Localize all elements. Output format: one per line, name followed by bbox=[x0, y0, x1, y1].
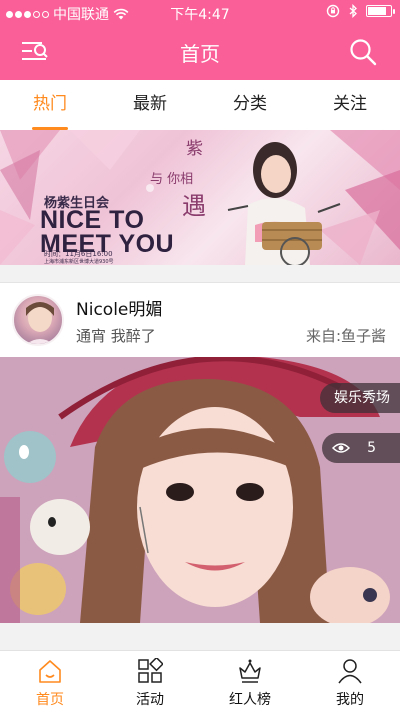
view-count-badge: 5 bbox=[322, 433, 400, 463]
post-text: 通宵 我醉了 bbox=[76, 327, 156, 345]
nav-home[interactable]: 首页 bbox=[0, 651, 100, 710]
rotation-lock-icon bbox=[326, 4, 340, 18]
nav-profile-label: 我的 bbox=[336, 692, 364, 708]
channel-badge[interactable]: 娱乐秀场 bbox=[320, 383, 400, 413]
app-header: 首页 bbox=[0, 24, 400, 80]
banner-poem-line2: 与 你相 bbox=[150, 172, 194, 187]
promo-banner[interactable]: 紫 与 你相 遇 杨紫生日会 NICE TO MEET YOU 时间：11月6日… bbox=[0, 130, 400, 265]
page-title: 首页 bbox=[180, 42, 220, 66]
post-author[interactable]: Nicole明媚 bbox=[76, 295, 162, 320]
nav-activity-label: 活动 bbox=[136, 692, 164, 708]
banner-poem-line1: 紫 bbox=[186, 139, 203, 159]
banner-address: 上海市浦东新区世博大道930号 bbox=[44, 259, 114, 265]
post-header[interactable]: Nicole明媚 通宵 我醉了 来自:鱼子酱 bbox=[0, 283, 400, 357]
post-image[interactable]: 娱乐秀场 5 bbox=[0, 357, 400, 623]
grid-activity-icon bbox=[138, 658, 163, 683]
nav-profile[interactable]: 我的 bbox=[300, 651, 400, 710]
tab-following[interactable]: 关注 bbox=[300, 80, 400, 130]
nav-home-label: 首页 bbox=[36, 692, 64, 708]
crown-ranking-icon bbox=[239, 659, 261, 683]
section-divider bbox=[0, 265, 400, 283]
eye-icon bbox=[332, 443, 350, 453]
tab-latest[interactable]: 最新 bbox=[100, 80, 200, 130]
post-source: 来自:鱼子酱 bbox=[305, 327, 386, 345]
status-bar: 中国联通 下午4:47 bbox=[0, 0, 400, 24]
view-count: 5 bbox=[367, 440, 376, 456]
nav-activity[interactable]: 活动 bbox=[100, 651, 200, 710]
avatar[interactable] bbox=[12, 294, 64, 346]
top-bar: 中国联通 下午4:47 首页 bbox=[0, 0, 400, 80]
battery-icon bbox=[366, 5, 395, 17]
tab-category[interactable]: 分类 bbox=[200, 80, 300, 130]
bottom-nav: 首页 活动 红人榜 我的 bbox=[0, 650, 400, 710]
search-icon[interactable] bbox=[348, 37, 378, 67]
tab-hot[interactable]: 热门 bbox=[0, 80, 100, 130]
section-divider bbox=[0, 623, 400, 650]
nav-ranking[interactable]: 红人榜 bbox=[200, 651, 300, 710]
banner-poem-line3: 遇 bbox=[182, 192, 206, 220]
user-profile-icon bbox=[338, 659, 362, 684]
nav-ranking-label: 红人榜 bbox=[229, 692, 271, 708]
home-icon bbox=[39, 660, 61, 683]
bluetooth-icon bbox=[349, 4, 357, 18]
feed-tabs: 热门 最新 分类 关注 bbox=[0, 80, 400, 130]
